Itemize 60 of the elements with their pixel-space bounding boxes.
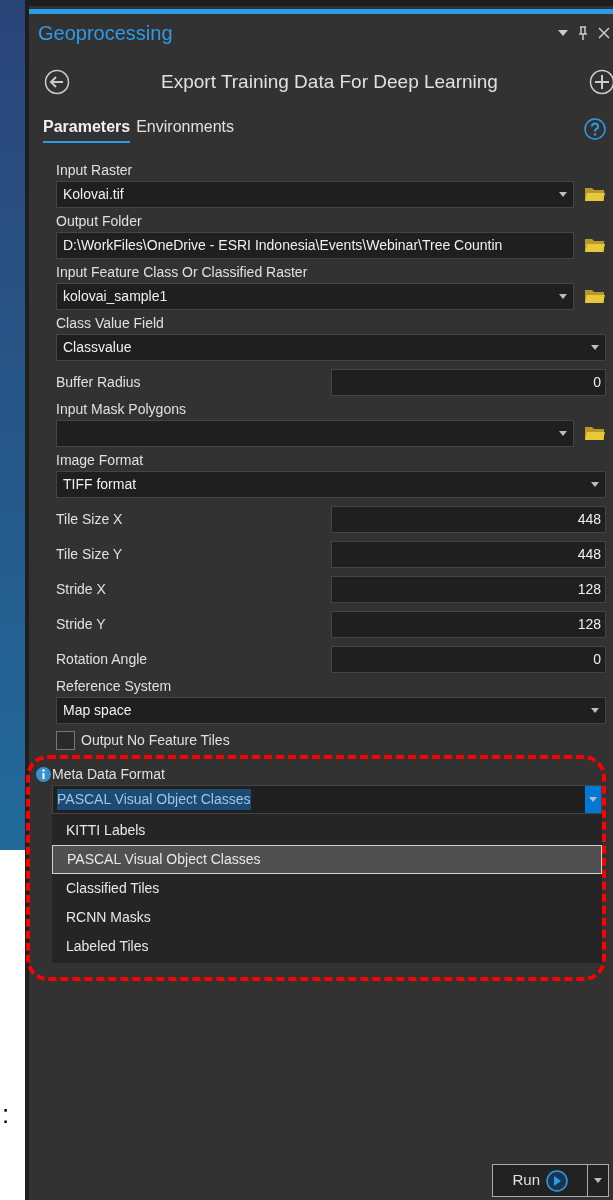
parameter-label: Stride X [56,579,106,599]
number-field[interactable]: 128 [331,610,606,638]
dropdown-field[interactable]: TIFF format [56,470,606,498]
text-field[interactable]: D:\WorkFiles\OneDrive - ESRI Indonesia\Events\Webinar\Tree Countin [56,231,574,259]
parameter-label: Class Value Field [56,313,165,332]
parameter-label: Rotation Angle [56,649,148,669]
dropdown-option[interactable]: Classified Tiles [52,873,602,903]
parameter-label: Tile Size X [56,509,123,529]
folder-icon[interactable] [584,185,606,203]
caret-icon [589,796,597,802]
slide-text: : [1,1098,11,1131]
parameter-label: Input Mask Polygons [56,399,187,418]
folder-icon[interactable] [584,424,606,442]
parameter-label: Stride Y [56,614,106,634]
parameter-label: Input Raster [56,160,134,179]
number-field[interactable]: 0 [331,368,606,396]
dropdown-field[interactable]: PASCAL Visual Object Classes [52,784,602,814]
dropdown-field[interactable]: Map space [56,696,606,724]
number-field[interactable]: 0 [331,645,606,673]
pin-icon[interactable] [578,26,588,40]
number-field[interactable]: 448 [331,540,606,568]
caret-icon [559,430,567,436]
help-icon[interactable] [584,117,606,140]
pane-title: Geoprocessing [38,21,173,46]
caret-icon [591,481,599,487]
parameter-label: Image Format [56,450,145,469]
folder-icon[interactable] [584,236,606,254]
dropdown-option[interactable]: RCNN Masks [52,902,602,932]
dropdown-field[interactable]: Classvalue [56,333,606,361]
parameter-label: Tile Size Y [56,544,123,564]
checkbox-label: Output No Feature Tiles [81,730,230,750]
caret-icon [559,293,567,299]
close-icon[interactable] [598,27,610,39]
number-field[interactable]: 448 [331,505,606,533]
add-icon[interactable] [589,69,613,96]
parameter-label: Reference System [56,676,173,695]
dropdown-field[interactable]: kolovai_sample1 [56,282,574,310]
tab[interactable]: Parameters [43,114,131,143]
caret-icon[interactable] [558,30,568,36]
dropdown-field[interactable]: Kolovai.tif [56,180,574,208]
folder-icon[interactable] [584,287,606,305]
caret-icon [591,707,599,713]
tab[interactable]: Environments [136,114,234,143]
dropdown-field[interactable] [56,419,574,447]
parameter-label: Buffer Radius [56,372,141,392]
checkbox[interactable] [56,730,75,750]
back-icon[interactable] [44,69,70,96]
caret-icon [591,344,599,350]
tool-title: Export Training Data For Deep Learning [161,70,498,94]
play-icon [546,1169,568,1192]
parameter-label: Output Folder [56,211,143,230]
number-field[interactable]: 128 [331,575,606,603]
info-icon [36,766,51,782]
dropdown-option[interactable]: KITTI Labels [52,815,602,845]
dropdown-option[interactable]: Labeled Tiles [52,931,602,961]
dropdown-option[interactable]: PASCAL Visual Object Classes [52,844,602,874]
caret-icon [559,191,567,197]
parameter-label: Meta Data Format [52,764,166,783]
parameter-label: Input Feature Class Or Classified Raster [56,262,309,281]
caret-icon [594,1178,602,1183]
